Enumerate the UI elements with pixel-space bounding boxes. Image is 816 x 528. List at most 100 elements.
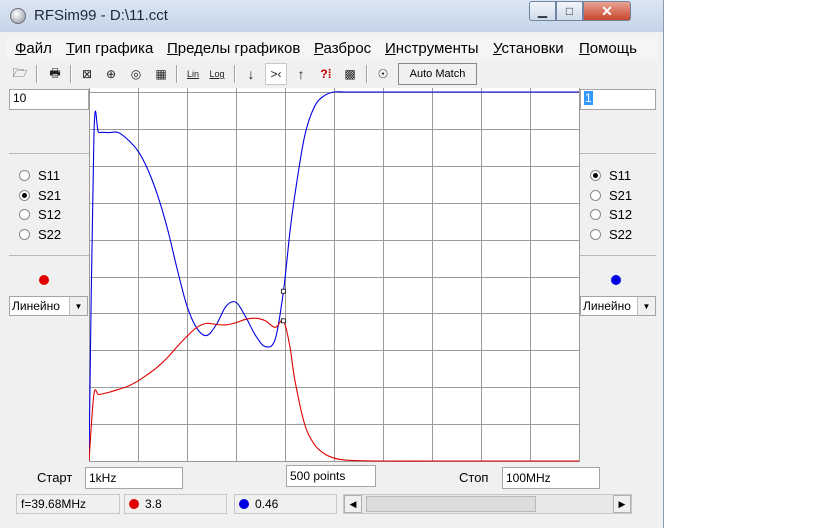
blue-trace-readout: 0.46 bbox=[234, 494, 337, 514]
chevron-down-icon[interactable]: ▼ bbox=[637, 297, 655, 315]
chevron-down-icon[interactable]: ▼ bbox=[69, 297, 87, 315]
close-button[interactable]: ✕ bbox=[583, 1, 631, 21]
table-icon[interactable]: ▦ bbox=[150, 63, 172, 85]
menu-tools[interactable]: Инструменты bbox=[385, 40, 479, 57]
left-scale-select[interactable]: Линейно ▼ bbox=[9, 296, 88, 316]
stop-frequency-input[interactable]: 100MHz bbox=[502, 467, 600, 489]
s-parameter-plot[interactable] bbox=[89, 88, 580, 462]
scroll-left-icon[interactable]: ◀ bbox=[344, 495, 362, 513]
radio-label: S12 bbox=[38, 206, 62, 222]
radio-button[interactable] bbox=[19, 208, 30, 220]
radio-button[interactable] bbox=[590, 208, 601, 220]
radio-button[interactable] bbox=[590, 189, 601, 201]
menu-settings[interactable]: Установки bbox=[493, 40, 564, 57]
right-radio-s22[interactable]: S22 bbox=[590, 225, 632, 243]
marker-point[interactable] bbox=[280, 288, 286, 294]
right-radio-s11[interactable]: S11 bbox=[590, 166, 631, 184]
status-bar: f=39.68MHz 3.8 0.46 ◀ ▶ bbox=[0, 492, 663, 518]
start-frequency-input[interactable]: 1kHz bbox=[85, 467, 183, 489]
right-axis-max-input[interactable]: 1 bbox=[580, 89, 656, 110]
marker-center-icon[interactable]: >‹ bbox=[265, 63, 287, 85]
horizontal-scrollbar[interactable]: ◀ ▶ bbox=[343, 494, 632, 514]
toolbar-separator bbox=[36, 65, 38, 83]
scroll-thumb[interactable] bbox=[366, 496, 536, 512]
left-side-panel: S11 S21 S12 S22 Линейно ▼ bbox=[9, 110, 89, 462]
start-label: Старт bbox=[37, 470, 73, 485]
left-radio-s21[interactable]: S21 bbox=[19, 186, 61, 204]
title-bar[interactable]: RFSim99 - D:\11.cct ▁ □ ✕ bbox=[0, 0, 663, 32]
radio-button[interactable] bbox=[19, 228, 30, 240]
tune-icon[interactable]: ☉ bbox=[372, 63, 394, 85]
radio-button[interactable] bbox=[19, 189, 30, 201]
window-title: RFSim99 - D:\11.cct bbox=[34, 7, 168, 24]
menu-chart-limits[interactable]: Пределы графиков bbox=[167, 40, 300, 57]
radio-button[interactable] bbox=[590, 228, 601, 240]
help-icon[interactable]: ?⁞ bbox=[315, 63, 337, 85]
toolbar-separator bbox=[70, 65, 72, 83]
rect-plot-icon[interactable]: ⊠ bbox=[76, 63, 98, 85]
panel-divider bbox=[9, 153, 89, 154]
panel-divider bbox=[580, 153, 656, 154]
trace-color-indicator bbox=[39, 275, 49, 285]
smith-chart-icon[interactable]: ⊕ bbox=[100, 63, 122, 85]
menu-help[interactable]: Помощь bbox=[579, 40, 637, 57]
menu-bar: Файл Тип графика Пределы графиков Разбро… bbox=[6, 37, 658, 59]
right-radio-s12[interactable]: S12 bbox=[590, 205, 632, 223]
radio-label: S12 bbox=[609, 206, 633, 222]
menu-tolerance[interactable]: Разброс bbox=[314, 40, 371, 57]
open-icon[interactable]: 🗁 bbox=[9, 63, 31, 85]
panel-divider bbox=[9, 255, 89, 256]
panel-divider bbox=[580, 255, 656, 256]
plot-grid bbox=[89, 88, 580, 462]
select-value: Линейно bbox=[583, 299, 631, 313]
radio-selected-dot bbox=[593, 172, 598, 178]
print-icon[interactable]: 🖶 bbox=[44, 63, 66, 85]
radio-label: S22 bbox=[38, 226, 62, 242]
menu-file[interactable]: Файл bbox=[15, 40, 52, 57]
radio-selected-dot bbox=[22, 192, 27, 198]
log-scale-icon[interactable]: Log bbox=[206, 63, 228, 85]
red-trace-readout: 3.8 bbox=[124, 494, 227, 514]
auto-match-button[interactable]: Auto Match bbox=[398, 63, 477, 85]
toolbar: 🗁 🖶 ⊠ ⊕ ◎ ▦ Lin Log ↓ >‹ ↑ ?⁞ ▩ ☉ Auto M… bbox=[6, 62, 658, 86]
points-input[interactable]: 500 points bbox=[286, 465, 376, 487]
lin-scale-icon[interactable]: Lin bbox=[182, 63, 204, 85]
right-scale-select[interactable]: Линейно ▼ bbox=[580, 296, 656, 316]
app-icon[interactable] bbox=[10, 8, 26, 24]
scroll-right-icon[interactable]: ▶ bbox=[613, 495, 631, 513]
red-dot-icon bbox=[129, 499, 139, 509]
trace-color-indicator bbox=[611, 275, 621, 285]
blue-trace-value: 0.46 bbox=[255, 497, 279, 511]
maximize-button[interactable]: □ bbox=[556, 1, 583, 21]
minimize-button[interactable]: ▁ bbox=[529, 1, 556, 21]
left-radio-s12[interactable]: S12 bbox=[19, 205, 61, 223]
right-side-panel: S11 S21 S12 S22 Линейно ▼ bbox=[580, 110, 656, 462]
polar-plot-icon[interactable]: ◎ bbox=[125, 63, 147, 85]
right-axis-max-value: 1 bbox=[584, 91, 593, 105]
toolbar-separator bbox=[366, 65, 368, 83]
radio-label: S21 bbox=[38, 187, 62, 203]
menu-chart-type[interactable]: Тип графика bbox=[66, 40, 153, 57]
radio-button[interactable] bbox=[19, 169, 30, 181]
frequency-range-bar: Старт 1kHz 500 points Стоп 100MHz bbox=[0, 465, 663, 490]
toolbar-separator bbox=[234, 65, 236, 83]
marker-point[interactable] bbox=[280, 318, 286, 324]
select-value: Линейно bbox=[12, 299, 60, 313]
radio-label: S11 bbox=[38, 167, 61, 183]
right-radio-s21[interactable]: S21 bbox=[590, 186, 632, 204]
app-window: RFSim99 - D:\11.cct ▁ □ ✕ Файл Тип графи… bbox=[0, 0, 664, 528]
radio-button[interactable] bbox=[590, 169, 601, 181]
blue-dot-icon bbox=[239, 499, 249, 509]
left-radio-s22[interactable]: S22 bbox=[19, 225, 61, 243]
red-trace-value: 3.8 bbox=[145, 497, 162, 511]
toolbar-separator bbox=[176, 65, 178, 83]
radio-label: S21 bbox=[609, 187, 633, 203]
radio-label: S22 bbox=[609, 226, 633, 242]
arrow-up-icon[interactable]: ↑ bbox=[290, 63, 312, 85]
left-axis-max-input[interactable]: 10 bbox=[9, 89, 89, 110]
arrow-down-icon[interactable]: ↓ bbox=[240, 63, 262, 85]
left-radio-s11[interactable]: S11 bbox=[19, 166, 60, 184]
stop-label: Стоп bbox=[459, 470, 489, 485]
radio-label: S11 bbox=[609, 167, 632, 183]
component-icon[interactable]: ▩ bbox=[339, 63, 361, 85]
